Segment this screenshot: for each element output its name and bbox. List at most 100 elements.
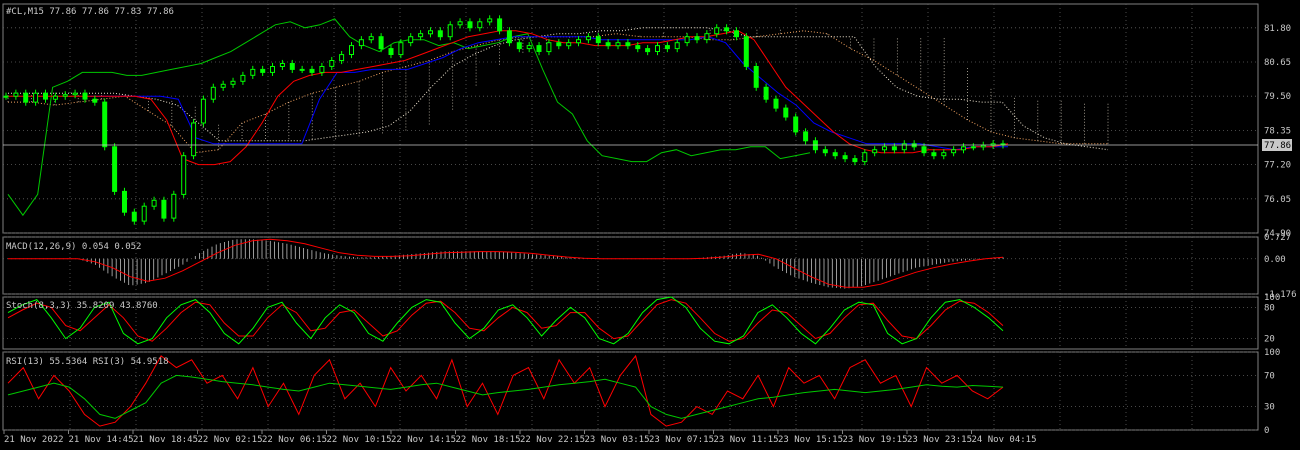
stoch-header: Stoch(8,3,3) 35.8209 43.8760 (6, 301, 158, 311)
price-y-tick-label: 79.50 (1264, 92, 1291, 102)
candle-body (714, 27, 720, 35)
candle-body (200, 98, 206, 124)
candle-body (704, 33, 710, 41)
candle-body (674, 42, 680, 50)
candle-body (783, 107, 789, 118)
candle-body (299, 68, 305, 71)
candle-body (941, 152, 947, 157)
rsi-y-tick-label: 30 (1264, 403, 1275, 413)
current-price-label: 77.86 (1262, 139, 1292, 151)
candle-body (891, 146, 897, 151)
candle-body (724, 27, 730, 32)
candle-body (684, 36, 690, 44)
candle-body (822, 149, 828, 154)
candle-body (23, 92, 29, 103)
candle-body (566, 42, 572, 47)
candle-body (605, 42, 611, 47)
candle-body (832, 152, 838, 157)
macd-y-tick-label: 0.727 (1264, 233, 1291, 243)
candle-body (447, 24, 453, 38)
rsi-13-line (7, 374, 1004, 419)
candle-body (428, 30, 433, 35)
candle-body (842, 155, 848, 160)
candle-body (43, 92, 48, 100)
candle-body (625, 42, 631, 47)
candle-body (615, 42, 621, 47)
candle-body (181, 155, 187, 195)
candle-body (289, 63, 295, 70)
time-tick-label: 23 Nov 03:15 (585, 435, 650, 445)
candle-body (477, 21, 483, 29)
candle-body (279, 63, 285, 67)
time-tick-label: 23 Nov 11:15 (714, 435, 779, 445)
trading-chart[interactable]: 81.8080.6579.5078.3577.2076.0574.900.727… (0, 0, 1300, 450)
stoch-y-tick-label: 100 (1264, 293, 1280, 303)
panel-frame (2, 351, 1259, 431)
time-tick-label: 22 Nov 02:15 (198, 435, 263, 445)
candle-body (970, 146, 976, 149)
candle-body (260, 68, 266, 73)
candle-body (882, 146, 887, 151)
candle-body (773, 98, 779, 109)
candle-body (250, 68, 256, 76)
stoch-y-tick-label: 80 (1264, 303, 1275, 313)
time-tick-label: 21 Nov 18:45 (133, 435, 198, 445)
chikou-line (7, 18, 811, 217)
candle-body (378, 36, 384, 50)
candle-body (487, 18, 493, 23)
rsi-y-tick-label: 0 (1264, 426, 1269, 436)
candle-body (694, 36, 700, 41)
candle-body (82, 92, 88, 100)
candle-body (852, 158, 858, 163)
candle-body (72, 92, 78, 96)
candle-body (309, 68, 315, 73)
candle-body (210, 86, 216, 100)
time-tick-label: 21 Nov 2022 (4, 435, 64, 445)
candle-body (13, 92, 19, 97)
candle-body (803, 131, 809, 142)
candle-body (141, 205, 147, 222)
candle-body (368, 36, 374, 41)
candle-body (62, 94, 68, 97)
price-y-tick-label: 80.65 (1264, 58, 1291, 68)
stoch-y-tick-label: 20 (1264, 335, 1275, 345)
candle-body (595, 36, 601, 44)
candle-body (734, 30, 739, 38)
candle-body (556, 42, 562, 47)
candle-body (33, 92, 39, 103)
candle-body (664, 45, 670, 50)
candle-body (763, 86, 769, 100)
candle-body (753, 66, 759, 88)
candle-body (655, 45, 660, 52)
macd-header: MACD(12,26,9) 0.054 0.052 (6, 242, 141, 252)
candle-body (112, 146, 118, 192)
candle-body (546, 42, 552, 53)
candle-body (467, 21, 473, 29)
candle-body (980, 144, 986, 148)
candle-body (319, 66, 325, 73)
candle-body (388, 48, 394, 55)
tenkan-line (8, 30, 1009, 166)
candle-body (398, 42, 404, 56)
time-tick-label: 22 Nov 18:15 (456, 435, 521, 445)
candle-body (122, 190, 127, 213)
candle-body (793, 116, 799, 133)
candle-body (92, 98, 98, 103)
time-tick-label: 23 Nov 15:15 (778, 435, 843, 445)
time-tick-label: 24 Nov 04:15 (972, 435, 1037, 445)
candle-body (339, 54, 345, 61)
candle-body (220, 83, 226, 88)
candle-body (536, 45, 542, 52)
candle-body (526, 45, 532, 50)
candle-body (921, 146, 927, 154)
candle-body (349, 45, 354, 55)
candle-body (358, 39, 364, 47)
candle-body (497, 18, 503, 32)
candle-body (516, 42, 522, 50)
candle-body (191, 122, 197, 157)
candle-body (230, 80, 236, 85)
candle-body (102, 101, 108, 148)
price-y-tick-label: 78.35 (1264, 126, 1291, 136)
macd-signal-line (8, 238, 1004, 288)
candle-body (506, 30, 512, 44)
